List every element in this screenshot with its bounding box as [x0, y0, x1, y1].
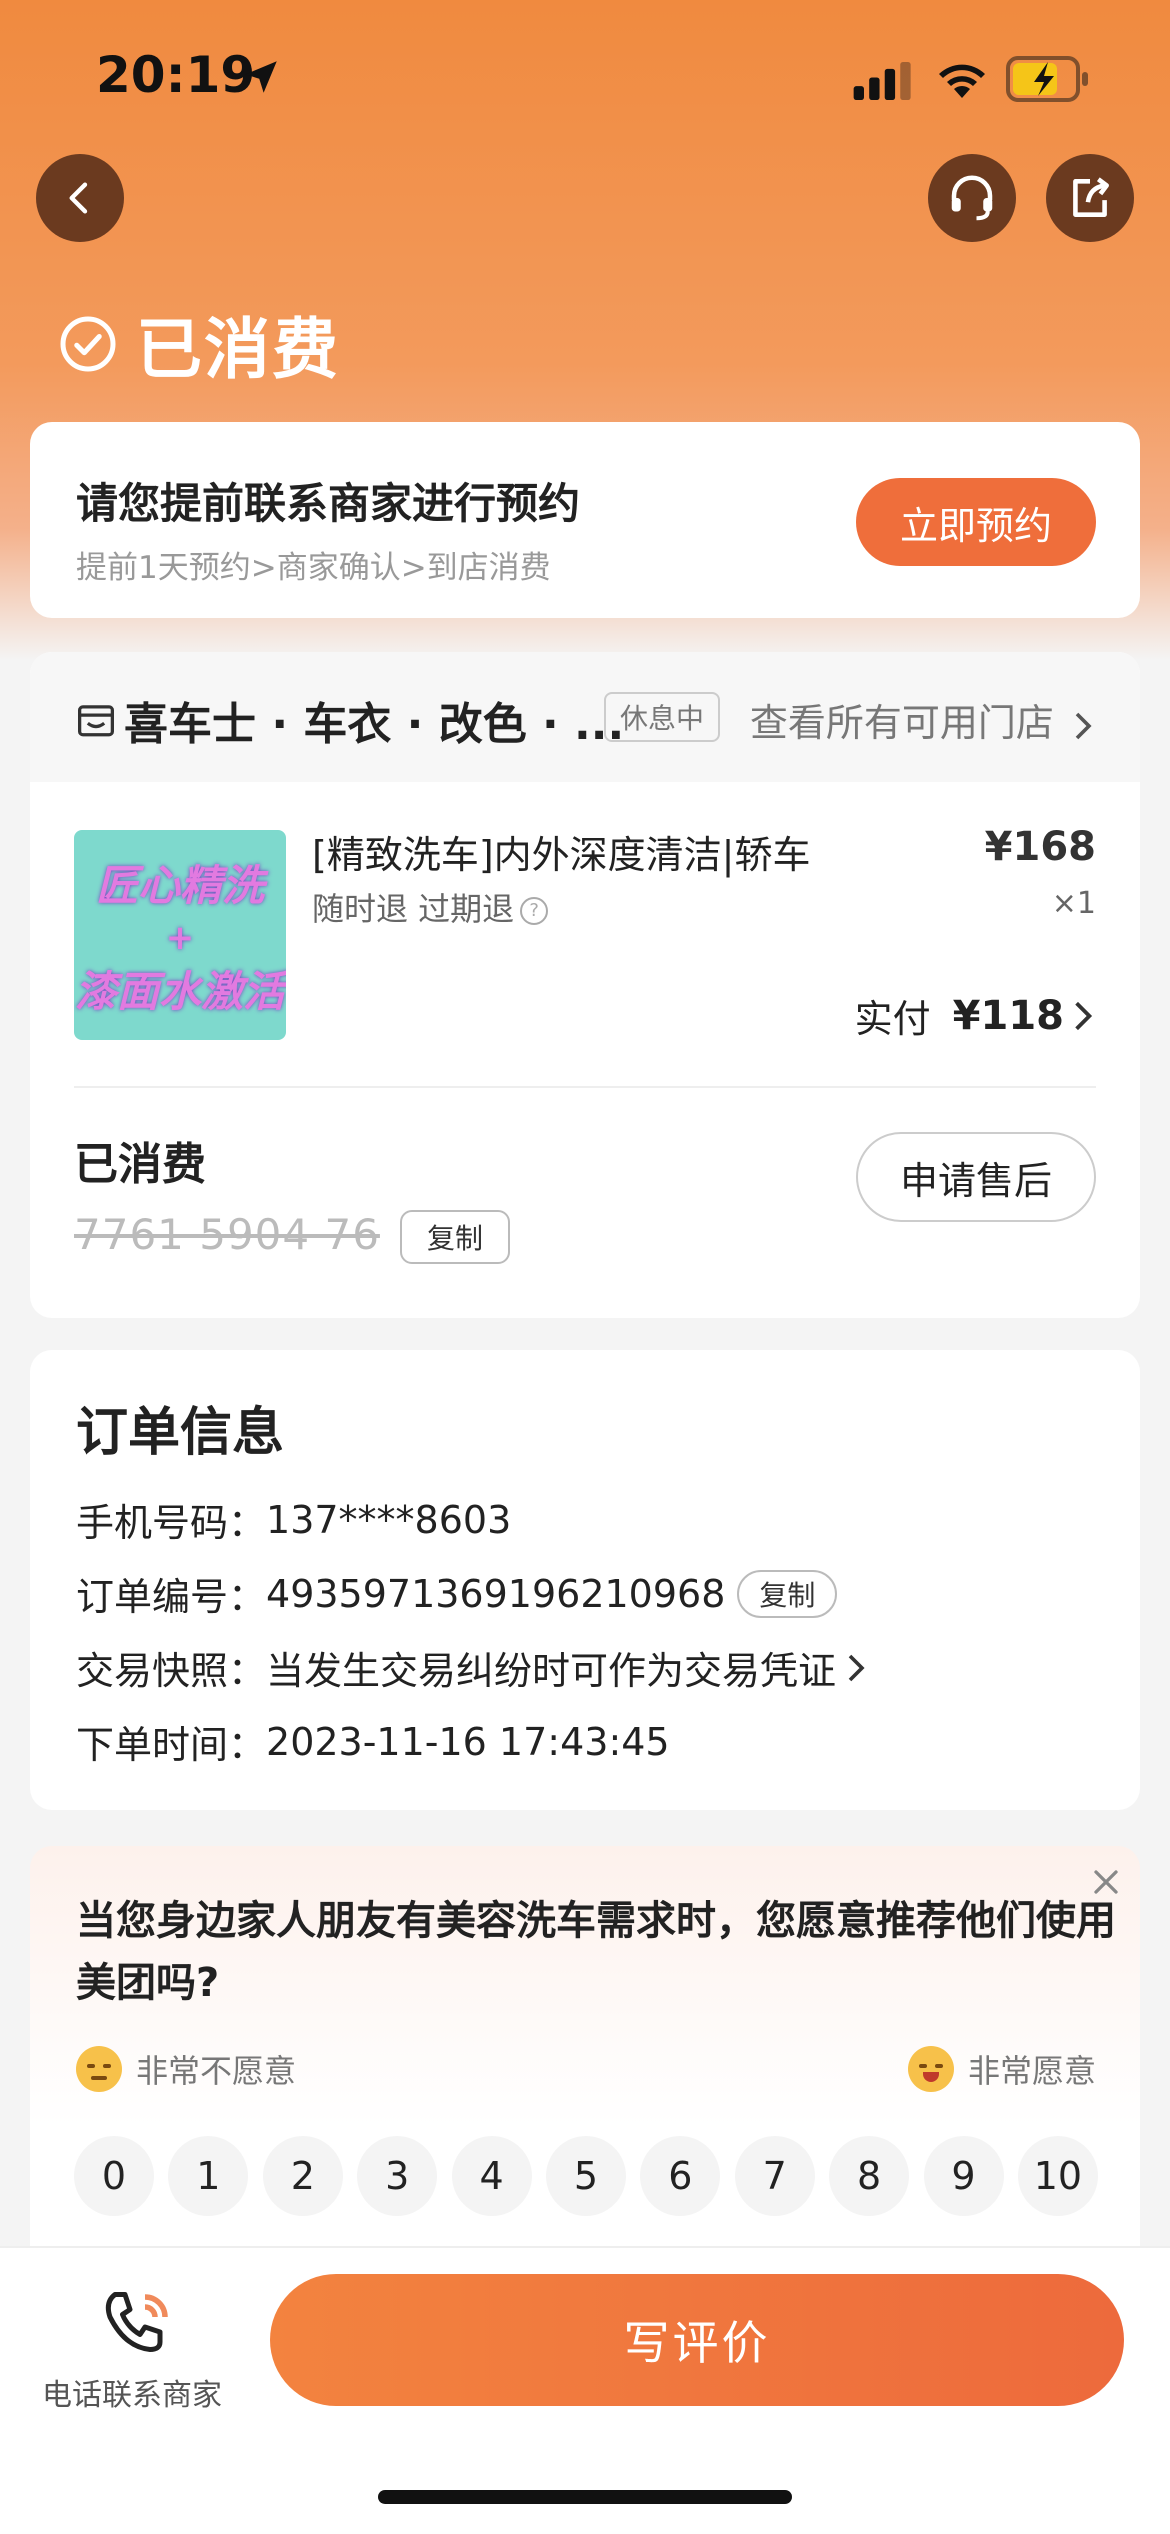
- sad-emoji-icon: [76, 2046, 122, 2092]
- score-option-7[interactable]: 7: [734, 2136, 815, 2216]
- appointment-title: 请您提前联系商家进行预约: [76, 479, 581, 528]
- goods-title[interactable]: [精致洗车]内外深度清洁|轿车: [312, 824, 810, 879]
- voucher-code: 7761 5904 76: [74, 1210, 380, 1259]
- store-header[interactable]: 喜车士 · 车衣 · 改色 · ... 休息中 查看所有可用门店: [30, 652, 1140, 782]
- store-card: 喜车士 · 车衣 · 改色 · ... 休息中 查看所有可用门店 匠心精洗 + …: [30, 652, 1140, 1318]
- goods-quantity: ×1: [1051, 886, 1096, 921]
- trade-snapshot-value: 当发生交易纠纷时可作为交易凭证: [266, 1649, 837, 1693]
- location-arrow-icon: [245, 61, 277, 93]
- after-sale-button[interactable]: 申请售后: [856, 1132, 1096, 1222]
- back-button[interactable]: [36, 154, 124, 242]
- recommend-survey-card: 当您身边家人朋友有美容洗车需求时，您愿意推荐他们使用美团吗? 非常不愿意 非常愿…: [30, 1846, 1140, 2246]
- order-status-title: 已消费: [58, 296, 340, 392]
- score-option-4[interactable]: 4: [451, 2136, 532, 2216]
- goods-image[interactable]: 匠心精洗 + 漆面水激活: [74, 830, 286, 1040]
- store-status-badge: 休息中: [604, 692, 720, 742]
- scale-high-label: 非常愿意: [907, 2046, 1096, 2092]
- chevron-right-icon: [1075, 1001, 1093, 1030]
- share-button[interactable]: [1046, 154, 1134, 242]
- goods-image-line-1: 匠心精洗: [95, 861, 264, 910]
- customer-service-button[interactable]: [928, 154, 1016, 242]
- write-review-button[interactable]: 写评价: [270, 2274, 1124, 2406]
- score-option-8[interactable]: 8: [829, 2136, 910, 2216]
- call-merchant-label: 电话联系商家: [42, 2378, 222, 2413]
- score-option-3[interactable]: 3: [357, 2136, 438, 2216]
- score-option-0[interactable]: 0: [74, 2136, 154, 2216]
- scale-high-text: 非常愿意: [967, 2052, 1096, 2090]
- chevron-left-icon: [69, 182, 88, 214]
- battery-charging-icon: [1006, 56, 1088, 102]
- paid-amount-row[interactable]: 实付 ¥118: [855, 988, 1096, 1043]
- scale-low-text: 非常不愿意: [136, 2052, 297, 2090]
- cellular-signal-icon: [853, 62, 911, 100]
- check-circle-icon: [60, 316, 116, 372]
- refund-tags-text: 随时退 过期退: [312, 890, 515, 928]
- voucher-status: 已消费: [74, 1139, 206, 1190]
- order-time-row: 下单时间： 2023-11-16 17:43:45: [76, 1714, 670, 1769]
- happy-emoji-icon: [907, 2046, 954, 2092]
- store-icon: [78, 705, 114, 737]
- store-name: 喜车士 · 车衣 · 改色 · ...: [124, 699, 625, 750]
- paid-amount: ¥118: [952, 992, 1064, 1039]
- view-all-stores-link[interactable]: 查看所有可用门店: [750, 692, 1096, 747]
- phone-row: 手机号码： 137****8603: [76, 1492, 511, 1547]
- order-number-label: 订单编号：: [76, 1575, 267, 1619]
- order-info-card: 订单信息 手机号码： 137****8603 订单编号： 49359713691…: [30, 1350, 1140, 1810]
- copy-order-number-button[interactable]: 复制: [737, 1569, 838, 1618]
- score-option-1[interactable]: 1: [168, 2136, 249, 2216]
- divider: [74, 1086, 1096, 1088]
- share-icon: [1073, 177, 1109, 217]
- wifi-icon: [939, 64, 985, 98]
- order-info-title: 订单信息: [76, 1403, 285, 1463]
- appointment-subtitle: 提前1天预约>商家确认>到店消费: [76, 550, 551, 586]
- scale-low-label: 非常不愿意: [76, 2046, 296, 2092]
- phone-value: 137****8603: [266, 1497, 512, 1542]
- headset-icon: [951, 175, 993, 221]
- trade-snapshot-row[interactable]: 交易快照： 当发生交易纠纷时可作为交易凭证: [76, 1640, 868, 1695]
- refund-tags: 随时退 过期退?: [312, 884, 549, 930]
- order-number-row: 订单编号： 4935971369196210968 复制: [76, 1566, 838, 1621]
- trade-snapshot-label: 交易快照：: [76, 1649, 267, 1693]
- goods-image-line-3: 漆面水激活: [74, 967, 285, 1016]
- copy-voucher-button[interactable]: 复制: [400, 1210, 510, 1264]
- phone-icon: [105, 2292, 168, 2352]
- appointment-card: 请您提前联系商家进行预约 提前1天预约>商家确认>到店消费 立即预约: [30, 422, 1140, 618]
- status-time: 20:19: [96, 46, 256, 104]
- status-bar: 20:19: [0, 0, 1170, 150]
- phone-label: 手机号码：: [76, 1501, 267, 1545]
- order-time-value: 2023-11-16 17:43:45: [266, 1719, 670, 1764]
- score-option-5[interactable]: 5: [545, 2136, 626, 2216]
- view-all-stores-label: 查看所有可用门店: [749, 701, 1054, 745]
- order-number-value: 4935971369196210968: [266, 1571, 726, 1616]
- home-indicator: [378, 2490, 792, 2504]
- score-option-9[interactable]: 9: [923, 2136, 1004, 2216]
- paid-label: 实付: [854, 997, 931, 1041]
- goods-price: ¥168: [984, 824, 1096, 870]
- status-text: 已消费: [136, 311, 340, 388]
- score-option-10[interactable]: 10: [1017, 2136, 1098, 2216]
- score-options: 0 1 2 3 4 5 6 7 8 9 10: [74, 2136, 1098, 2216]
- score-option-6[interactable]: 6: [640, 2136, 721, 2216]
- survey-question: 当您身边家人朋友有美容洗车需求时，您愿意推荐他们使用美团吗?: [76, 1898, 1116, 2006]
- chevron-right-icon: [1075, 712, 1092, 739]
- order-time-label: 下单时间：: [76, 1723, 267, 1767]
- score-option-2[interactable]: 2: [262, 2136, 343, 2216]
- help-icon[interactable]: ?: [520, 897, 549, 925]
- chevron-right-icon: [848, 1654, 865, 1681]
- goods-image-line-2: +: [165, 918, 195, 958]
- book-now-button[interactable]: 立即预约: [856, 478, 1096, 566]
